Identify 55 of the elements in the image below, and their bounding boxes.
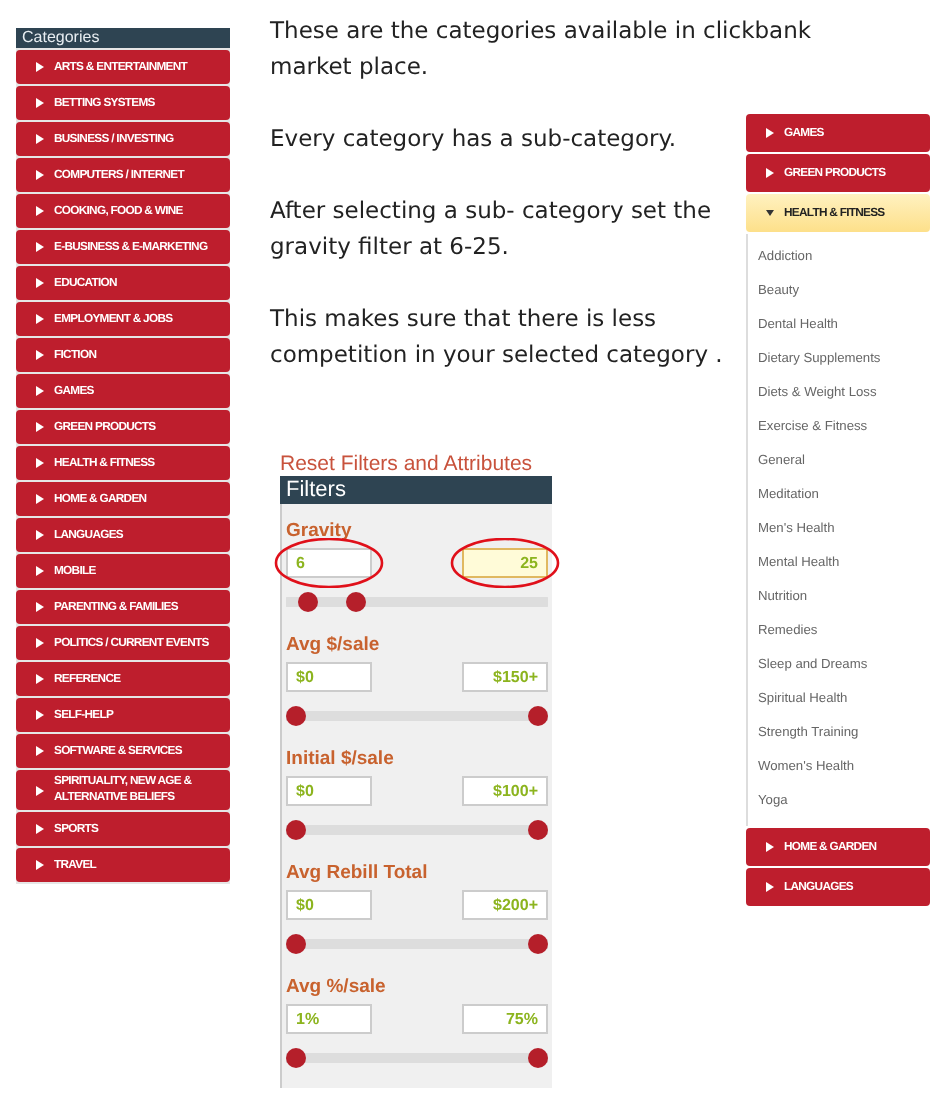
caret-icon xyxy=(36,98,44,108)
caret-icon xyxy=(36,566,44,576)
slider-handle[interactable] xyxy=(528,820,548,840)
caret-icon xyxy=(766,882,774,892)
filter-label: Avg Rebill Total xyxy=(286,862,430,884)
caret-icon xyxy=(36,422,44,432)
range-slider[interactable] xyxy=(286,706,548,726)
caret-icon xyxy=(36,674,44,684)
caret-icon xyxy=(36,314,44,324)
slider-handle[interactable] xyxy=(298,592,319,612)
filter-label: Avg $/sale xyxy=(286,634,382,656)
slider-handle[interactable] xyxy=(286,820,306,840)
range-slider[interactable] xyxy=(286,820,548,840)
range-slider[interactable] xyxy=(286,1048,548,1068)
caret-icon xyxy=(36,350,44,360)
caret-icon xyxy=(766,208,774,218)
caret-icon xyxy=(36,602,44,612)
range-slider[interactable] xyxy=(286,934,548,954)
paragraph: This makes sure that there is less competition in your selected category . xyxy=(270,302,725,372)
caret-icon xyxy=(766,128,774,138)
slider-handle[interactable] xyxy=(528,934,548,954)
caret-icon xyxy=(36,746,44,756)
caret-icon xyxy=(36,62,44,72)
caret-icon xyxy=(36,134,44,144)
caret-icon xyxy=(36,785,44,795)
slider-handle[interactable] xyxy=(528,706,548,726)
caret-icon xyxy=(36,206,44,216)
slider-handle[interactable] xyxy=(286,1048,306,1068)
filter-label: Gravity xyxy=(286,520,354,542)
slider-handle[interactable] xyxy=(286,706,306,726)
slider-handle[interactable] xyxy=(528,1048,548,1068)
paragraph: After selecting a sub- category set the gravity filter at 6-25. xyxy=(270,194,714,264)
paragraph: Every category has a sub-category. xyxy=(270,122,679,156)
caret-icon xyxy=(36,710,44,720)
caret-icon xyxy=(36,860,44,870)
slider-handle[interactable] xyxy=(286,934,306,954)
caret-icon xyxy=(36,386,44,396)
paragraph: These are the categories available in clickbank market place. xyxy=(270,14,814,84)
filter-label: Initial $/sale xyxy=(286,748,396,770)
sidebar-title: Categories xyxy=(16,28,230,48)
filter-label: Avg %/sale xyxy=(286,976,388,998)
caret-icon xyxy=(36,530,44,540)
range-slider[interactable] xyxy=(286,592,548,612)
caret-icon xyxy=(36,242,44,252)
slider-handle[interactable] xyxy=(346,592,367,612)
caret-icon xyxy=(36,458,44,468)
filters-header: Filters xyxy=(280,476,552,504)
caret-icon xyxy=(766,168,774,178)
caret-icon xyxy=(36,170,44,180)
caret-icon xyxy=(36,638,44,648)
caret-icon xyxy=(36,278,44,288)
caret-icon xyxy=(36,494,44,504)
reset-filters-link[interactable]: Reset Filters and Attributes xyxy=(280,452,552,476)
caret-icon xyxy=(766,842,774,852)
caret-icon xyxy=(36,824,44,834)
